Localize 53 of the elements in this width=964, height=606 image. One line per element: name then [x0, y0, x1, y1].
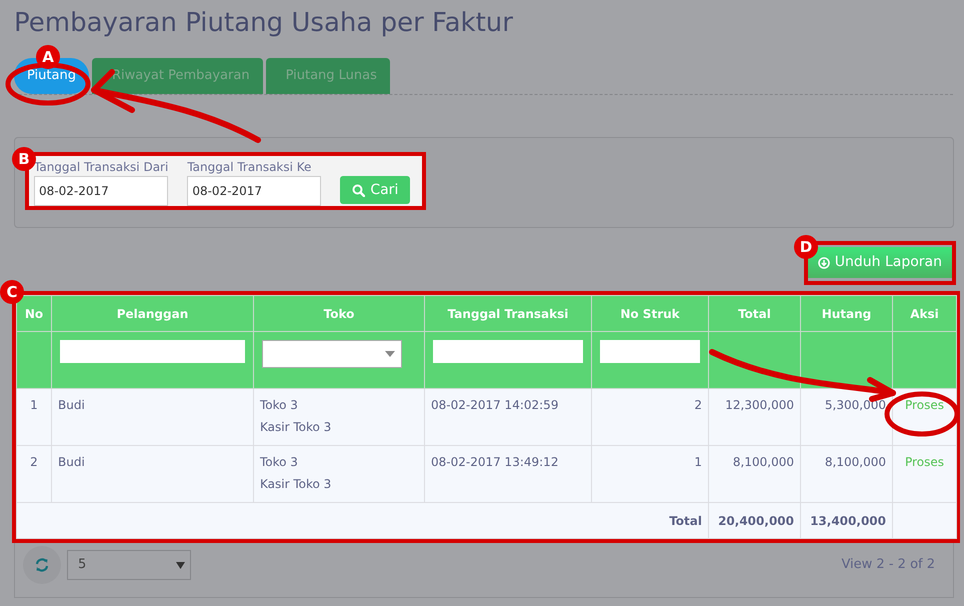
date-field[interactable]: 08-02-2017	[187, 176, 322, 206]
table-cell: Budi	[52, 446, 254, 502]
total-cell: 20,400,000	[708, 502, 800, 538]
field-label: Tanggal Transaksi Dari	[34, 159, 168, 176]
annotation-marker: C	[0, 280, 24, 304]
table-cell-text: Kasir Toko 3	[260, 419, 332, 436]
table-cell: 08-02-2017 13:49:12	[424, 446, 592, 502]
table-cell: 2	[16, 446, 52, 502]
search-icon	[352, 184, 366, 196]
field-label: Tanggal Transaksi Ke	[187, 159, 312, 176]
download-icon	[818, 256, 830, 268]
process-link[interactable]: Proses	[905, 398, 944, 412]
table-cell: 12,300,000	[708, 388, 800, 446]
column-header: Toko	[254, 296, 424, 332]
page-summary: View 2 - 2 of 2	[841, 556, 935, 574]
annotation-marker: D	[794, 235, 818, 259]
column-header: Aksi	[892, 296, 956, 332]
column-header: Tanggal Transaksi	[424, 296, 592, 332]
tab[interactable]: Piutang Lunas	[266, 58, 390, 94]
tab[interactable]: Riwayat Pembayaran	[92, 58, 263, 94]
refresh-icon	[35, 558, 49, 572]
filter-dropdown[interactable]	[262, 340, 402, 368]
page-title: Pembayaran Piutang Usaha per Faktur	[14, 8, 513, 40]
table-cell: 5,300,000	[800, 388, 892, 446]
page-size-select[interactable]: 5	[67, 550, 191, 580]
table-cell: 2	[592, 388, 708, 446]
table-cell: 8,100,000	[800, 446, 892, 502]
process-link[interactable]: Proses	[905, 455, 944, 469]
column-header: No	[16, 296, 52, 332]
column-header: No Struk	[592, 296, 708, 332]
table-cell-text: Kasir Toko 3	[260, 476, 332, 493]
table-cell: 08-02-2017 14:02:59	[424, 388, 592, 446]
table-cell: Budi	[52, 388, 254, 446]
table-cell: 8,100,000	[708, 446, 800, 502]
caret-icon	[385, 351, 395, 357]
date-field[interactable]: 08-02-2017	[34, 176, 168, 206]
select-value: 5	[78, 556, 86, 574]
filter-field[interactable]	[433, 340, 583, 363]
search-button[interactable]: Cari	[340, 176, 410, 204]
filter-field[interactable]	[60, 340, 245, 363]
column-header: Hutang	[800, 296, 892, 332]
column-header: Pelanggan	[52, 296, 254, 332]
annotation-marker: A	[36, 45, 60, 69]
table-cell-text: Toko 3	[260, 454, 299, 471]
column-header: Total	[708, 296, 800, 332]
filter-field[interactable]	[600, 340, 700, 363]
table-cell: 1	[592, 446, 708, 502]
table-cell-text: Toko 3	[260, 397, 299, 414]
total-label: Total	[16, 502, 708, 538]
caret-icon	[176, 562, 185, 568]
refresh-button[interactable]	[23, 546, 61, 584]
total-cell: 13,400,000	[800, 502, 892, 538]
table-cell: 1	[16, 388, 52, 446]
